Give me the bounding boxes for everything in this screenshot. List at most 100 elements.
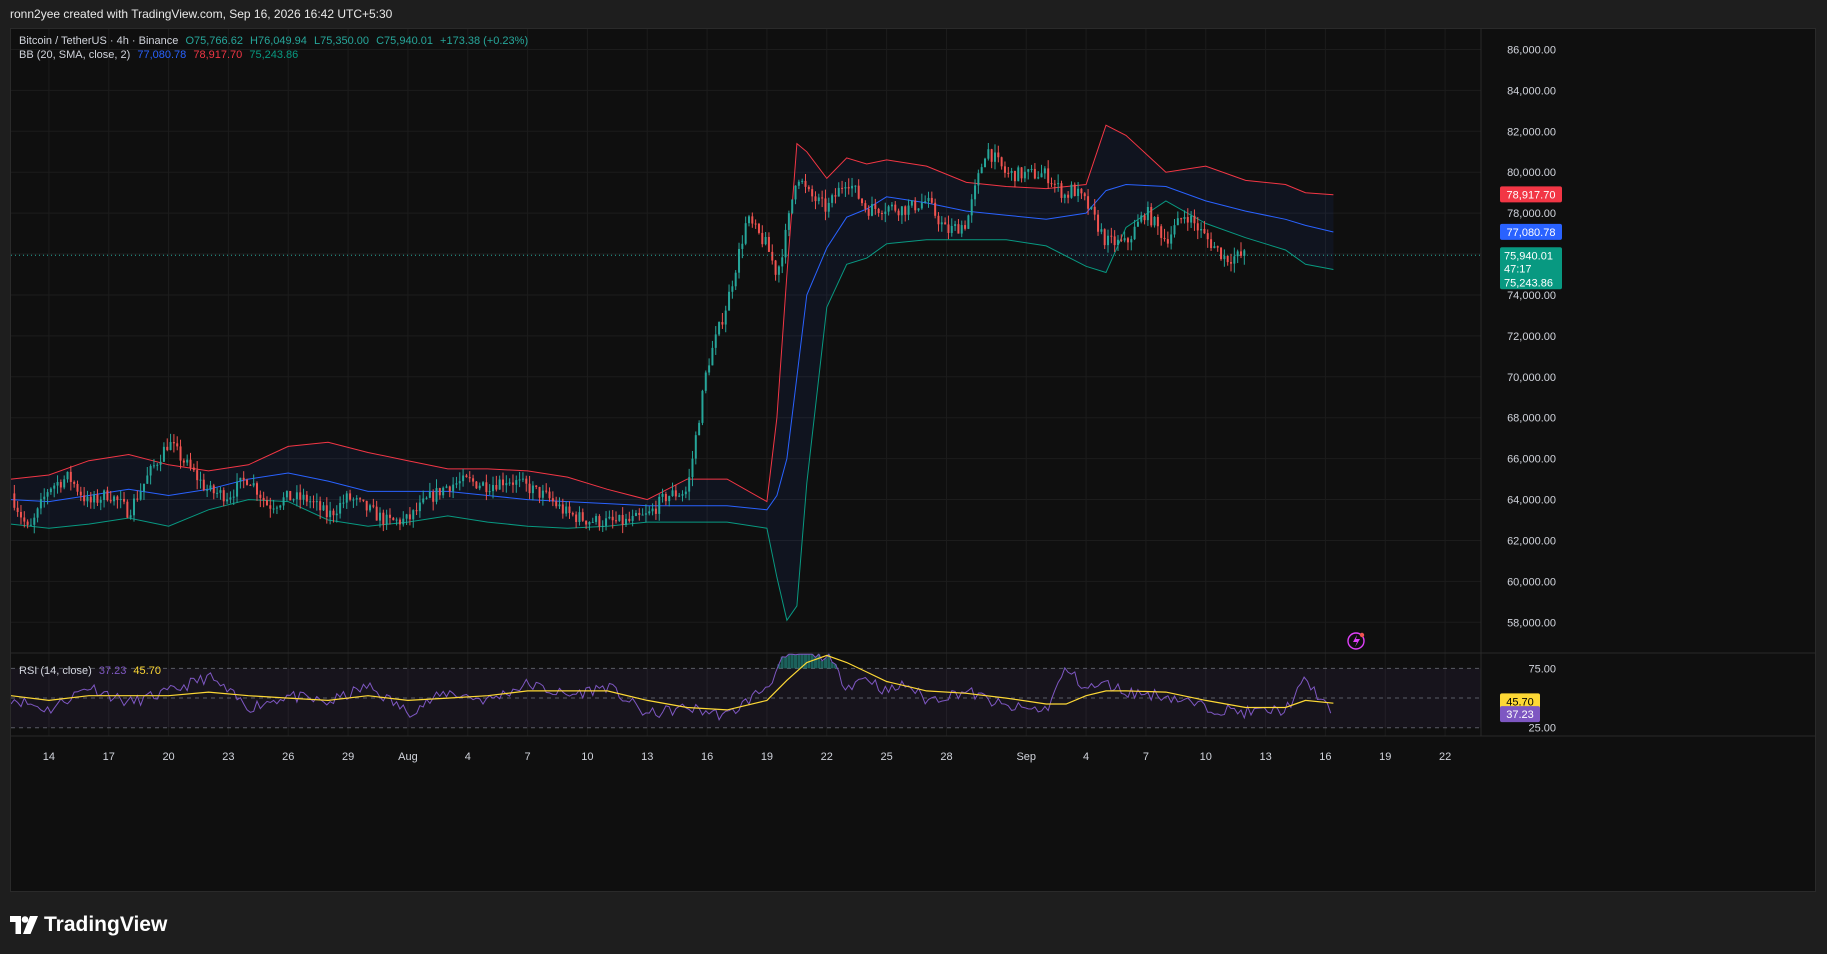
candle-body bbox=[747, 216, 750, 224]
candle-body bbox=[641, 514, 644, 516]
candle-body bbox=[1133, 226, 1136, 240]
x-tick-label: 19 bbox=[1379, 751, 1391, 763]
bb-lower-badge: 75,243.86 bbox=[1504, 277, 1553, 289]
alert-icon[interactable] bbox=[1347, 632, 1365, 650]
candle-body bbox=[395, 519, 398, 521]
candle-body bbox=[571, 513, 574, 515]
candle-body bbox=[56, 482, 59, 486]
candle-body bbox=[315, 501, 318, 503]
candle-body bbox=[744, 223, 747, 244]
candle-body bbox=[721, 322, 724, 325]
candle-body bbox=[974, 185, 977, 200]
candle-body bbox=[990, 149, 993, 162]
candle-body bbox=[821, 197, 824, 199]
candle-body bbox=[312, 501, 315, 503]
rsi-legend: RSI (14, close) 37.23 45.70 bbox=[19, 665, 161, 677]
candle-body bbox=[505, 483, 508, 486]
symbol-name[interactable]: Bitcoin / TetherUS · 4h · Binance bbox=[19, 35, 178, 47]
candle-body bbox=[302, 494, 305, 500]
bb-upper-value: 78,917.70 bbox=[193, 49, 243, 61]
candle-body bbox=[1017, 167, 1020, 182]
candle-body bbox=[827, 202, 830, 212]
candle-body bbox=[402, 518, 405, 525]
ohlc-open: O75,766.62 bbox=[185, 35, 243, 47]
x-tick-label: 4 bbox=[1083, 751, 1089, 763]
candle-body bbox=[485, 482, 488, 493]
candle-body bbox=[960, 225, 963, 234]
tradingview-brand: TradingView bbox=[44, 913, 168, 936]
candle-body bbox=[738, 248, 741, 273]
candle-body bbox=[93, 494, 96, 503]
chart-frame[interactable]: 58,000.00 60,000.00 62,000.00 64,000.00 66,0… bbox=[10, 28, 1816, 892]
candle-body bbox=[654, 508, 657, 514]
candle-body bbox=[123, 498, 126, 502]
candle-body bbox=[535, 485, 538, 488]
candle-body bbox=[19, 511, 22, 518]
candle-body bbox=[1180, 218, 1183, 220]
candle-body bbox=[382, 512, 385, 525]
candle-body bbox=[113, 496, 116, 502]
candle-body bbox=[681, 494, 684, 496]
candle-body bbox=[634, 512, 637, 516]
candle-body bbox=[711, 347, 714, 366]
chart-canvas[interactable]: 58,000.00 60,000.00 62,000.00 64,000.00 66,0… bbox=[11, 29, 1816, 892]
candle-body bbox=[528, 483, 531, 494]
candle-body bbox=[365, 500, 368, 511]
candle-body bbox=[103, 490, 106, 500]
candle-body bbox=[43, 496, 46, 500]
candle-body bbox=[728, 291, 731, 311]
candle-body bbox=[1070, 184, 1073, 198]
candle-body bbox=[718, 322, 721, 335]
candle-body bbox=[1226, 255, 1229, 263]
candle-body bbox=[1216, 246, 1219, 248]
candle-body bbox=[106, 490, 109, 501]
candle-body bbox=[910, 200, 913, 206]
candle-body bbox=[1040, 173, 1043, 178]
candle-body bbox=[631, 515, 634, 521]
candle-body bbox=[142, 483, 145, 492]
candle-body bbox=[774, 260, 777, 275]
candle-body bbox=[688, 477, 691, 492]
bb-basis-value: 77,080.78 bbox=[137, 49, 187, 61]
candle-body bbox=[309, 501, 312, 503]
candle-body bbox=[1163, 237, 1166, 240]
bb-label[interactable]: BB (20, SMA, close, 2) bbox=[19, 49, 130, 61]
price-series[interactable] bbox=[11, 29, 1481, 534]
candle-body bbox=[295, 492, 298, 500]
candle-body bbox=[412, 510, 415, 520]
candle-body bbox=[887, 206, 890, 212]
candle-body bbox=[824, 198, 827, 212]
bb-lower-value: 75,243.86 bbox=[249, 49, 299, 61]
candle-body bbox=[621, 514, 624, 525]
candle-body bbox=[1203, 228, 1206, 234]
candle-body bbox=[545, 490, 548, 492]
candle-body bbox=[265, 500, 268, 506]
candle-body bbox=[186, 459, 189, 463]
candle-body bbox=[438, 488, 441, 496]
candle-body bbox=[791, 199, 794, 214]
candle-body bbox=[814, 196, 817, 202]
candle-body bbox=[934, 202, 937, 216]
candle-body bbox=[472, 478, 475, 482]
candle-body bbox=[501, 479, 504, 486]
candle-body bbox=[66, 471, 69, 480]
candle-body bbox=[488, 491, 491, 493]
candle-body bbox=[435, 488, 438, 502]
candle-body bbox=[1067, 194, 1070, 198]
candle-body bbox=[149, 466, 152, 476]
candle-body bbox=[378, 512, 381, 521]
candle-body bbox=[172, 442, 175, 444]
candle-body bbox=[937, 215, 940, 225]
candle-body bbox=[777, 266, 780, 275]
candle-body bbox=[521, 478, 524, 480]
rsi-label[interactable]: RSI (14, close) bbox=[19, 665, 92, 677]
candle-body bbox=[801, 180, 804, 182]
candle-body bbox=[209, 485, 212, 490]
candle-body bbox=[870, 204, 873, 216]
candle-body bbox=[398, 519, 401, 525]
candle-body bbox=[598, 516, 601, 527]
candle-body bbox=[442, 487, 445, 496]
candle-body bbox=[39, 499, 42, 509]
candle-body bbox=[591, 521, 594, 523]
candle-body bbox=[694, 435, 697, 459]
